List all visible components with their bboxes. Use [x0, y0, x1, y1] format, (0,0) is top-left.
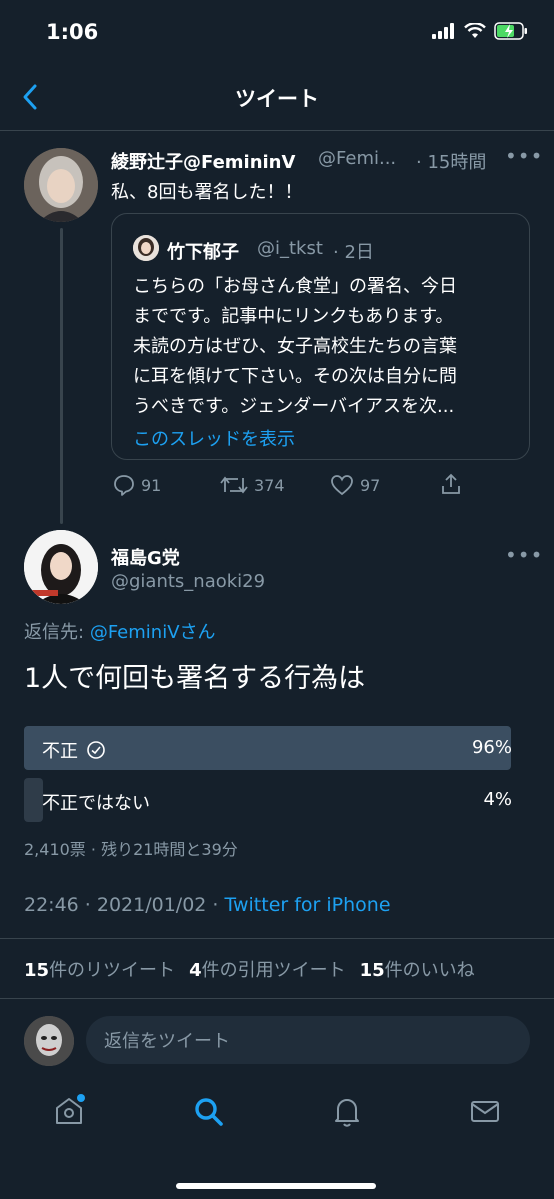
header-divider: [0, 130, 554, 131]
author-name[interactable]: 綾野辻子@FemininV: [111, 148, 295, 174]
tweet-text: 1人で何回も署名する行為は: [24, 663, 366, 694]
reply-placeholder: 返信をツイート: [104, 1031, 230, 1052]
tab-home[interactable]: [52, 1094, 86, 1128]
reply-button[interactable]: 91: [113, 474, 161, 496]
quote-text-line: までです。記事中にリンクもあります。: [133, 306, 454, 327]
retweet-button[interactable]: 374: [220, 474, 285, 496]
retweets-stat[interactable]: 15件のリツイート: [24, 956, 175, 982]
tab-messages[interactable]: [468, 1094, 502, 1128]
avatar-illustration: [24, 148, 98, 222]
cellular-signal-icon: [432, 23, 454, 39]
quote-text: こちらの「お母さん食堂」の署名、今日 までです。記事中にリンクもあります。 未読…: [133, 272, 509, 422]
avatar[interactable]: [24, 148, 98, 222]
status-icons: [432, 22, 528, 40]
poll-option-label: 不正: [42, 741, 78, 762]
home-indicator: [176, 1183, 376, 1189]
reply-to-label: 返信先:: [24, 622, 85, 643]
share-icon[interactable]: [440, 472, 462, 496]
quotes-stat[interactable]: 4件の引用ツイート: [189, 956, 346, 982]
divider: [0, 998, 554, 999]
reply-to-user-link[interactable]: @FeminiVさん: [90, 622, 216, 643]
avatar-photo: [24, 530, 98, 604]
poll-option-percent: 4%: [483, 789, 512, 810]
reply-count: 91: [141, 475, 162, 495]
poll-option-label: 不正ではない: [42, 793, 150, 814]
poll-bar-other: [24, 778, 43, 822]
retweet-count: 374: [254, 475, 285, 495]
quote-text-line: うべきです。ジェンダーバイアスを次...: [133, 396, 455, 417]
quote-avatar: [133, 235, 159, 261]
status-time: 1:06: [46, 20, 99, 44]
tweet-timestamp: 22:46 · 2021/01/02 ·: [24, 894, 225, 916]
tab-notifications[interactable]: [330, 1094, 364, 1128]
tweet-time: · 15時間: [416, 152, 487, 173]
heart-icon: [331, 475, 353, 496]
quote-text-line: こちらの「お母さん食堂」の署名、今日: [133, 276, 457, 297]
wifi-icon: [464, 23, 486, 38]
show-thread-link[interactable]: このスレッドを表示: [133, 425, 295, 451]
poll-meta: 2,410票 · 残り21時間と39分: [24, 840, 238, 859]
bell-icon: [335, 1099, 359, 1127]
quote-text-line: 未読の方はぜひ、女子高校生たちの言葉: [133, 336, 457, 357]
tab-search[interactable]: [191, 1094, 225, 1128]
divider: [0, 938, 554, 939]
quote-time: · 2日: [333, 242, 374, 263]
author-handle[interactable]: @giants_naoki29: [111, 571, 265, 592]
more-options-icon[interactable]: •••: [505, 543, 543, 567]
quote-author-name: 竹下郁子: [167, 242, 239, 263]
page-title: ツイート: [235, 87, 319, 111]
like-button[interactable]: 97: [330, 474, 380, 496]
client-link[interactable]: Twitter for iPhone: [225, 894, 391, 916]
battery-charging-icon: [494, 22, 527, 40]
check-circle-icon: [87, 741, 105, 759]
home-icon: [56, 1094, 85, 1124]
poll-option-percent: 96%: [471, 737, 512, 758]
more-options-icon[interactable]: •••: [505, 144, 543, 168]
thread-line: [60, 228, 63, 524]
retweet-icon: [220, 476, 248, 494]
poll-option-1: 不正: [42, 737, 106, 763]
reply-to: 返信先: @FeminiVさん: [24, 618, 216, 644]
tweet-stats: 15件のリツイート 4件の引用ツイート 15件のいいね: [24, 956, 475, 982]
search-icon: [195, 1098, 223, 1126]
author-name[interactable]: 福島G党: [111, 544, 180, 570]
mail-icon: [471, 1101, 499, 1122]
avatar[interactable]: [24, 530, 98, 604]
reply-icon: [114, 475, 134, 496]
likes-stat[interactable]: 15件のいいね: [360, 956, 475, 982]
tweet-text: 私、8回も署名した！！: [111, 182, 303, 203]
quote-author-handle: @i_tkst: [257, 238, 323, 259]
tweet-timestamp-row: 22:46 · 2021/01/02 · Twitter for iPhone: [24, 894, 391, 916]
quote-text-line: に耳を傾けて下さい。その次は自分に問: [133, 366, 457, 387]
current-user-avatar[interactable]: [24, 1016, 74, 1066]
author-handle[interactable]: @Femi...: [318, 148, 396, 169]
reply-input[interactable]: 返信をツイート: [86, 1016, 530, 1064]
like-count: 97: [360, 475, 381, 495]
